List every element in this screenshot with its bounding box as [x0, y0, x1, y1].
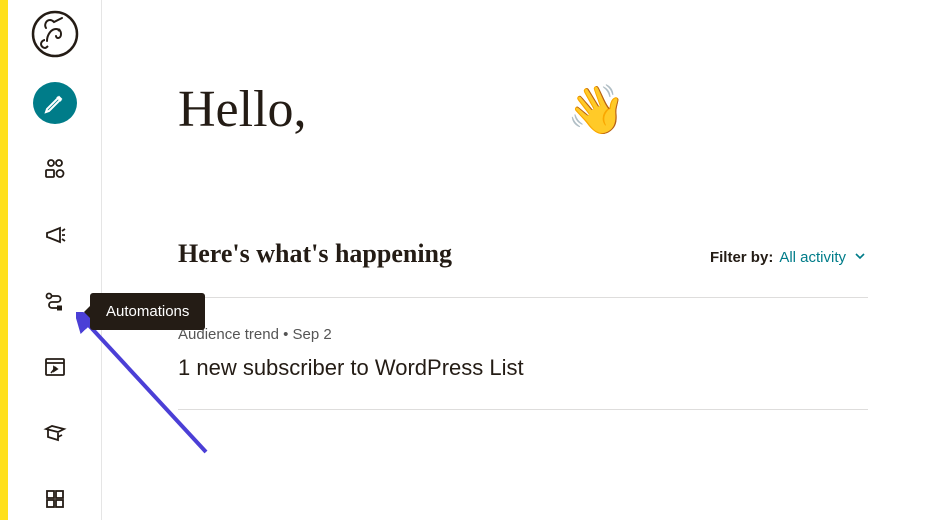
activity-title: 1 new subscriber to WordPress List	[178, 355, 868, 381]
integrations-icon	[43, 487, 67, 511]
content-icon	[43, 421, 67, 445]
activity-date: Sep 2	[293, 326, 332, 343]
audience-icon	[43, 157, 67, 181]
greeting-row: Hello, 👋	[178, 80, 868, 139]
activity-sep: •	[279, 326, 293, 343]
activity-item[interactable]: Audience trend • Sep 2 1 new subscriber …	[178, 298, 868, 410]
mailchimp-logo-icon	[31, 10, 79, 58]
nav-audience[interactable]	[33, 148, 77, 190]
filter-value[interactable]: All activity	[779, 249, 846, 266]
section-title: Here's what's happening	[178, 239, 452, 269]
section-header: Here's what's happening Filter by: All a…	[178, 239, 868, 298]
website-icon	[43, 355, 67, 379]
filter-label: Filter by:	[710, 249, 773, 266]
pencil-icon	[43, 91, 67, 115]
accent-bar	[0, 0, 8, 520]
nav-automations[interactable]	[33, 280, 77, 322]
filter-control: Filter by: All activity	[710, 248, 868, 268]
nav-campaigns[interactable]	[33, 214, 77, 256]
nav-website[interactable]	[33, 346, 77, 388]
chevron-down-icon[interactable]	[852, 248, 868, 268]
wave-emoji: 👋	[567, 81, 627, 138]
greeting-text: Hello,	[178, 80, 307, 139]
tooltip-label: Automations	[106, 303, 189, 320]
nav-create[interactable]	[33, 82, 77, 124]
nav-content[interactable]	[33, 412, 77, 454]
automations-icon	[43, 289, 67, 313]
sidebar	[8, 0, 102, 520]
nav-integrations[interactable]	[33, 478, 77, 520]
app-logo[interactable]	[31, 10, 79, 58]
activity-meta: Audience trend • Sep 2	[178, 326, 868, 343]
tooltip-automations: Automations	[90, 293, 205, 330]
main-content: Hello, 👋 Here's what's happening Filter …	[102, 0, 928, 520]
megaphone-icon	[43, 223, 67, 247]
